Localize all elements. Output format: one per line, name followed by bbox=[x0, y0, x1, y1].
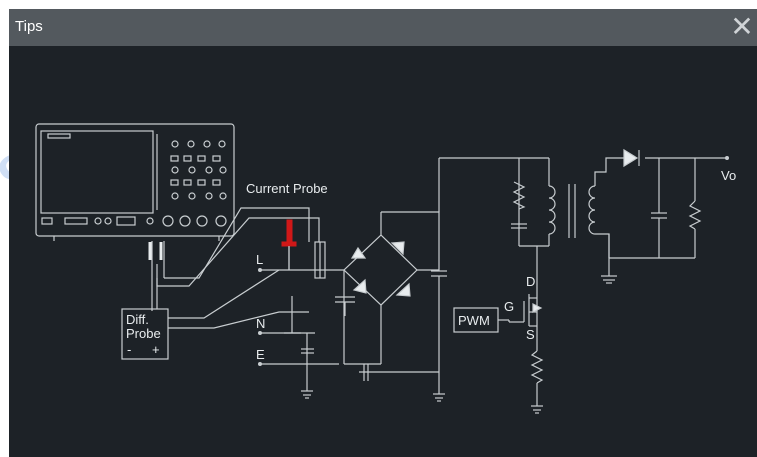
diff-probe-label: Probe bbox=[126, 326, 161, 341]
power-measurement-diagram: Current Probe Diff. Probe - + L N E PWM … bbox=[35, 123, 736, 414]
gate-label: G bbox=[504, 299, 514, 314]
drain-label: D bbox=[526, 274, 535, 289]
pwm-label: PWM bbox=[458, 313, 490, 328]
oscilloscope-icon bbox=[35, 123, 235, 241]
current-probe-label: Current Probe bbox=[246, 181, 328, 196]
dialog-title: Tips bbox=[15, 18, 43, 35]
dialog-titlebar: Tips ✕ bbox=[9, 9, 757, 46]
tips-dialog: Tips ✕ Current Probe Diff. Probe - + L N… bbox=[9, 9, 757, 457]
line-terminal-label: L bbox=[256, 252, 263, 267]
close-icon[interactable]: ✕ bbox=[729, 13, 755, 41]
output-voltage-label: Vo bbox=[721, 168, 736, 183]
earth-terminal-label: E bbox=[256, 347, 265, 362]
diff-probe-minus-label: - bbox=[127, 342, 131, 357]
neutral-terminal-label: N bbox=[256, 316, 265, 331]
source-label: S bbox=[526, 327, 535, 342]
diff-probe-label: Diff. bbox=[126, 312, 149, 327]
diff-probe-plus-label: + bbox=[152, 342, 160, 357]
